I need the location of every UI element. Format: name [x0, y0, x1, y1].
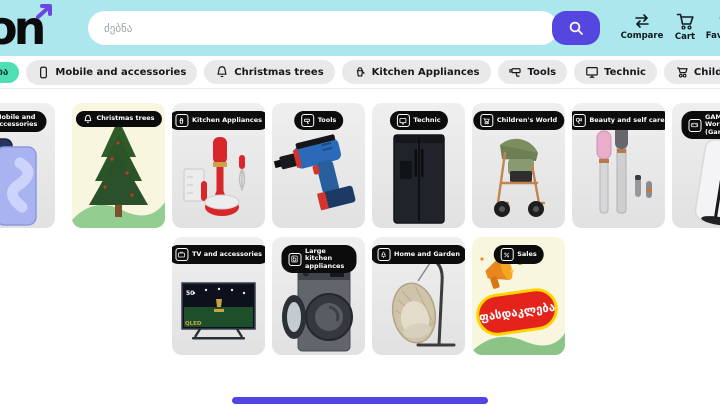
card-label: Sales — [517, 251, 537, 258]
tv-size-label: 50 — [186, 290, 194, 297]
card-label: Christmas trees — [96, 115, 154, 122]
card-label-pill: Kitchen Appliances — [172, 111, 265, 130]
kettle-icon — [175, 114, 188, 127]
category-card-childrens-world[interactable]: Children's World — [472, 103, 565, 228]
compare-arrows-icon — [632, 13, 652, 29]
category-card-beauty[interactable]: Beauty and self care — [572, 103, 665, 228]
search-button[interactable] — [552, 11, 600, 45]
card-label: Technic — [413, 117, 440, 124]
category-card-game-world[interactable]: GAME World (Gaming) — [672, 103, 720, 228]
chip-label: Children's World — [694, 67, 720, 78]
card-label: Large kitchen appliances — [305, 248, 349, 270]
card-label-pill: Large kitchen appliances — [281, 245, 356, 273]
stroller-icon — [675, 65, 689, 79]
category-card-sales[interactable]: Sales ფასდაკლება — [472, 237, 565, 355]
nav-chip-tools[interactable]: Tools — [498, 60, 568, 84]
percent-icon — [500, 248, 513, 261]
chip-label: Tools — [528, 67, 557, 78]
nav-chip-childrens-world[interactable]: Children's World — [664, 60, 720, 84]
chip-label: Kitchen Appliances — [372, 67, 480, 78]
card-label: Tools — [318, 117, 337, 124]
kettle-icon — [353, 65, 367, 79]
card-label-pill: GAME World (Gaming) — [681, 111, 720, 139]
monitor-icon — [585, 65, 599, 79]
chip-label: Mobile and accessories — [55, 67, 186, 78]
card-label: Mobile and accessories — [0, 114, 39, 129]
chip-label: კატეგორია — [0, 67, 8, 78]
monitor-icon — [396, 114, 409, 127]
card-label-pill: Sales — [493, 245, 544, 264]
carousel-scrollbar[interactable] — [232, 397, 488, 404]
logo-arrow-icon — [36, 4, 54, 20]
search-bar — [88, 11, 600, 45]
gamepad-icon — [688, 119, 701, 132]
category-card-home-garden[interactable]: Home and Garden — [372, 237, 465, 355]
tv-panel-label: QLED — [185, 321, 202, 327]
category-card-tools[interactable]: Tools — [272, 103, 365, 228]
favorites-button[interactable]: Favorites — [698, 13, 720, 41]
card-label-pill: Christmas trees — [75, 111, 161, 127]
nav-chip-mobile[interactable]: Mobile and accessories — [26, 60, 197, 85]
phone-icon — [37, 65, 50, 80]
category-card-large-kitchen[interactable]: Large kitchen appliances — [272, 237, 365, 355]
card-label: Kitchen Appliances — [192, 117, 262, 124]
card-label-pill: Tools — [294, 111, 344, 130]
nav-chip-technic[interactable]: Technic — [574, 60, 657, 84]
card-label-pill: Home and Garden — [372, 245, 465, 264]
sale-badge-text: ფასდაკლება — [478, 300, 556, 325]
cart-icon — [676, 13, 695, 30]
category-card-tv[interactable]: TV and accessories 50 QLED — [172, 237, 265, 355]
page: on Compare — [0, 0, 720, 405]
drill-icon — [301, 114, 314, 127]
hairdryer-icon — [572, 114, 585, 127]
category-card-kitchen-appliances[interactable]: Kitchen Appliances — [172, 103, 265, 228]
card-label-pill: Technic — [389, 111, 447, 130]
tree-icon — [377, 248, 390, 261]
card-label: Children's World — [497, 117, 557, 124]
category-nav: კატეგორია Mobile and accessories Christm… — [0, 56, 720, 88]
card-label: Beauty and self care — [589, 117, 664, 124]
category-card-mobile[interactable]: Mobile and accessories — [0, 103, 55, 228]
card-label: TV and accessories — [192, 251, 262, 258]
card-label-pill: Mobile and accessories — [0, 111, 46, 132]
washer-icon — [288, 253, 301, 266]
chip-strip: კატეგორია Mobile and accessories Christm… — [0, 60, 720, 85]
stroller-icon — [480, 114, 493, 127]
tv-icon — [175, 248, 188, 261]
card-label-pill: Children's World — [473, 111, 564, 130]
header: on Compare — [0, 0, 720, 56]
cart-label: Cart — [675, 32, 695, 42]
card-label: Home and Garden — [394, 251, 460, 258]
bell-icon — [215, 65, 229, 79]
category-card-christmas-trees[interactable]: Christmas trees — [72, 103, 165, 228]
chip-label: Technic — [604, 67, 646, 78]
bell-icon — [82, 114, 92, 124]
nav-chip-kitchen-appliances[interactable]: Kitchen Appliances — [342, 60, 491, 84]
nav-chip-category[interactable]: კატეგორია — [0, 62, 19, 83]
card-label: GAME World (Gaming) — [705, 114, 720, 136]
favorites-label: Favorites — [706, 31, 720, 41]
nav-chip-christmas-trees[interactable]: Christmas trees — [204, 60, 334, 84]
card-label-pill: TV and accessories — [172, 245, 265, 264]
search-input[interactable] — [88, 11, 558, 45]
chip-label: Christmas trees — [234, 67, 323, 78]
card-label-pill: Beauty and self care — [572, 111, 665, 130]
nav-divider — [0, 88, 720, 89]
drill-icon — [509, 65, 523, 79]
search-icon — [568, 20, 584, 36]
category-card-technic[interactable]: Technic — [372, 103, 465, 228]
